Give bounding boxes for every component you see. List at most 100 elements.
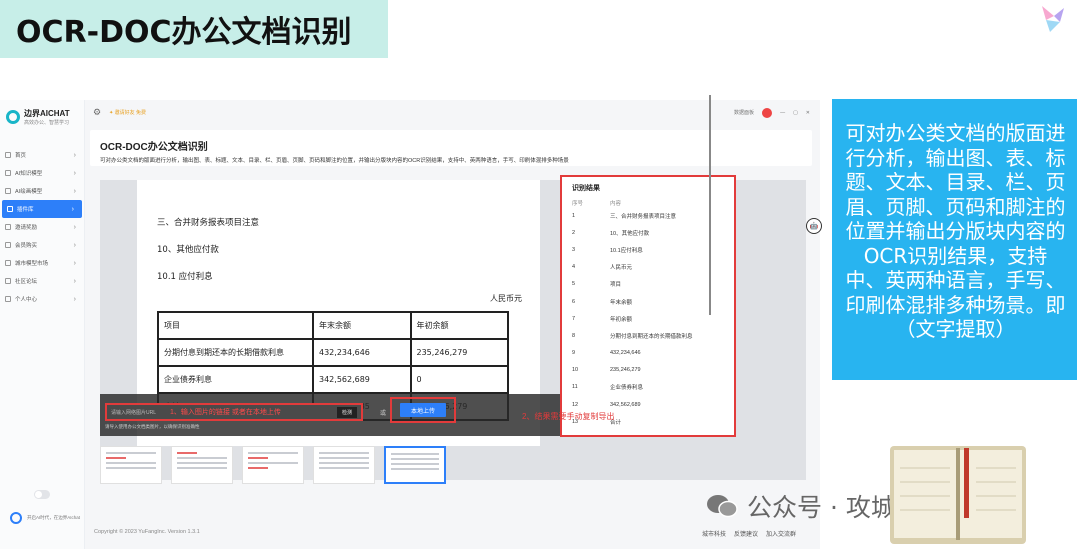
result-row: 8 分期付息到期还本的长期借款利息: [572, 327, 724, 344]
promo-link[interactable]: ✦ 邀请好友 免费: [109, 109, 146, 116]
footer-links: 城市科技 反馈建议 加入交流群: [702, 529, 796, 538]
table-cell: 235,246,279: [409, 338, 509, 367]
sidebar-item-label: 个人中心: [15, 297, 38, 303]
result-text: 三、合并财务报表项目注意: [610, 213, 677, 220]
footer-link[interactable]: 加入交流群: [766, 529, 796, 538]
minimize-icon[interactable]: —: [780, 110, 785, 116]
image-url-input[interactable]: 请输入网络图片URL 1、输入图片的链接 或者在本地上传 检测: [105, 403, 363, 421]
sidebar-item[interactable]: AI绘画模型 ›: [0, 182, 84, 200]
table-row: 分期付息到期还本的长期借款利息 432,234,646 235,246,279: [157, 338, 509, 367]
sidebar-item[interactable]: 会员购买 ›: [0, 236, 84, 254]
result-row: 5 项目: [572, 276, 724, 293]
results-list: 1 三、合并财务报表项目注意 2 10、其他应付款 3 10.1应付利息 4 人民币元 5 项目 6…: [572, 207, 724, 430]
table-cell: 年末余额: [312, 311, 412, 340]
chevron-right-icon: ›: [71, 205, 74, 213]
sidebar-footer: 开启AI时代，在边界AIchat: [10, 512, 80, 524]
sample-thumbnail[interactable]: [242, 446, 304, 484]
wechat-icon: [707, 495, 738, 518]
theme-toggle[interactable]: [34, 490, 50, 499]
sparkle-decoration-icon: [1042, 6, 1064, 32]
result-row: 7 年初余额: [572, 310, 724, 327]
sidebar-item-label: 会员购买: [15, 243, 38, 249]
sidebar-item[interactable]: 首页 ›: [0, 146, 84, 164]
assistant-robot-icon[interactable]: 🤖: [806, 218, 822, 234]
sidebar-item-label: 首页: [15, 153, 27, 159]
result-index: 4: [572, 264, 576, 271]
brand-slogan: 高效办公、智慧学习: [24, 120, 70, 126]
market-icon: [5, 260, 11, 266]
data-panel-link[interactable]: 数据面板: [734, 109, 754, 116]
sample-thumbnail[interactable]: [171, 446, 233, 484]
sidebar-item-label: 社区论坛: [15, 279, 38, 285]
sidebar-item[interactable]: 个人中心 ›: [0, 290, 84, 308]
vip-icon: [5, 242, 11, 248]
footer-link[interactable]: 城市科技: [702, 529, 726, 538]
brand-mini-icon: [10, 512, 22, 524]
result-row: 10 235,246,279: [572, 362, 724, 379]
gear-icon[interactable]: ⚙: [93, 107, 101, 118]
sample-thumbnail-selected[interactable]: [384, 446, 446, 484]
sidebar: 边界AICHAT 高效办公、智慧学习 首页 › AI知识模型 › AI绘画模型 › 插件库 ›…: [0, 100, 85, 549]
result-text: 342,562,689: [610, 401, 641, 408]
col-content: 内容: [610, 201, 622, 207]
sample-thumbnail[interactable]: [313, 446, 375, 484]
sidebar-item[interactable]: 插件库 ›: [2, 200, 82, 218]
brand-logo[interactable]: 边界AICHAT 高效办公、智慧学习: [0, 100, 84, 134]
upload-highlight: 本地上传: [390, 397, 456, 423]
sidebar-nav: 首页 › AI知识模型 › AI绘画模型 › 插件库 › 邀请奖励 › 会员购买 › 城市模型市场 › 社区…: [0, 146, 84, 308]
table-cell: 342,562,689: [312, 365, 412, 394]
doc-line: 10.1 应付利息: [157, 272, 213, 282]
brand-name: 边界AICHAT: [24, 109, 70, 118]
result-row: 2 10、其他应付款: [572, 224, 724, 241]
sidebar-item[interactable]: 城市模型市场 ›: [0, 254, 84, 272]
sidebar-item[interactable]: 社区论坛 ›: [0, 272, 84, 290]
page-header: OCR-DOC办公文档识别 可对办公类文档的版面进行分析，输出图、表、标题、文本…: [90, 130, 812, 166]
sample-thumbnails: [100, 446, 446, 484]
slide-title-banner: OCR-DOC办公文档识别: [0, 0, 388, 58]
promo-text: 邀请好友 免费: [114, 110, 147, 116]
chevron-right-icon: ›: [73, 295, 76, 303]
footer-link[interactable]: 反馈建议: [734, 529, 758, 538]
sidebar-item-label: 邀请奖励: [15, 225, 38, 231]
result-index: 11: [572, 384, 578, 391]
local-upload-button[interactable]: 本地上传: [400, 403, 446, 417]
result-text: 年初余额: [610, 316, 633, 323]
upload-bar: 请输入网络图片URL 1、输入图片的链接 或者在本地上传 检测 或 本地上传 请…: [100, 394, 567, 436]
user-icon: [5, 296, 11, 302]
chevron-right-icon: ›: [73, 187, 76, 195]
plugin-icon: [7, 206, 13, 212]
table-cell: 企业债券利息: [157, 365, 314, 394]
result-row: 6 年末余额: [572, 293, 724, 310]
result-row: 1 三、合并财务报表项目注意: [572, 207, 724, 224]
result-text: 项目: [610, 282, 622, 289]
page-description: 可对办公类文档的版面进行分析，输出图、表、标题、文本、目录、栏、页眉、页脚、页码…: [100, 158, 569, 164]
result-index: 6: [572, 298, 576, 305]
step2-annotation: 2、结果需要手动复制导出: [522, 412, 615, 421]
result-row: 4 人民币元: [572, 259, 724, 276]
gift-icon: [5, 224, 11, 230]
sidebar-item[interactable]: AI知识模型 ›: [0, 164, 84, 182]
avatar[interactable]: [762, 107, 773, 118]
maximize-icon[interactable]: ▢: [793, 110, 798, 116]
chevron-right-icon: ›: [73, 223, 76, 231]
step1-annotation: 1、输入图片的链接 或者在本地上传: [170, 409, 281, 416]
result-text: 235,246,279: [610, 367, 641, 374]
results-scrollbar[interactable]: [709, 95, 711, 315]
close-icon[interactable]: ✕: [806, 110, 810, 116]
sidebar-item-label: AI知识模型: [15, 171, 43, 177]
sidebar-item-label: 城市模型市场: [15, 261, 49, 267]
url-placeholder: 请输入网络图片URL: [111, 409, 157, 416]
sidebar-footer-text: 开启AI时代，在边界AIchat: [27, 515, 81, 520]
sidebar-item[interactable]: 邀请奖励 ›: [0, 218, 84, 236]
check-button[interactable]: 检测: [336, 406, 357, 418]
or-label: 或: [380, 411, 387, 417]
chevron-right-icon: ›: [73, 241, 76, 249]
result-index: 9: [572, 350, 576, 357]
result-row: 3 10.1应付利息: [572, 241, 724, 258]
sample-thumbnail[interactable]: [100, 446, 162, 484]
paint-icon: [5, 188, 11, 194]
chevron-right-icon: ›: [73, 169, 76, 177]
result-index: 7: [572, 315, 576, 322]
table-row: 项目 年末余额 年初余额: [157, 311, 509, 340]
result-text: 分期付息到期还本的长期借款利息: [610, 333, 693, 340]
